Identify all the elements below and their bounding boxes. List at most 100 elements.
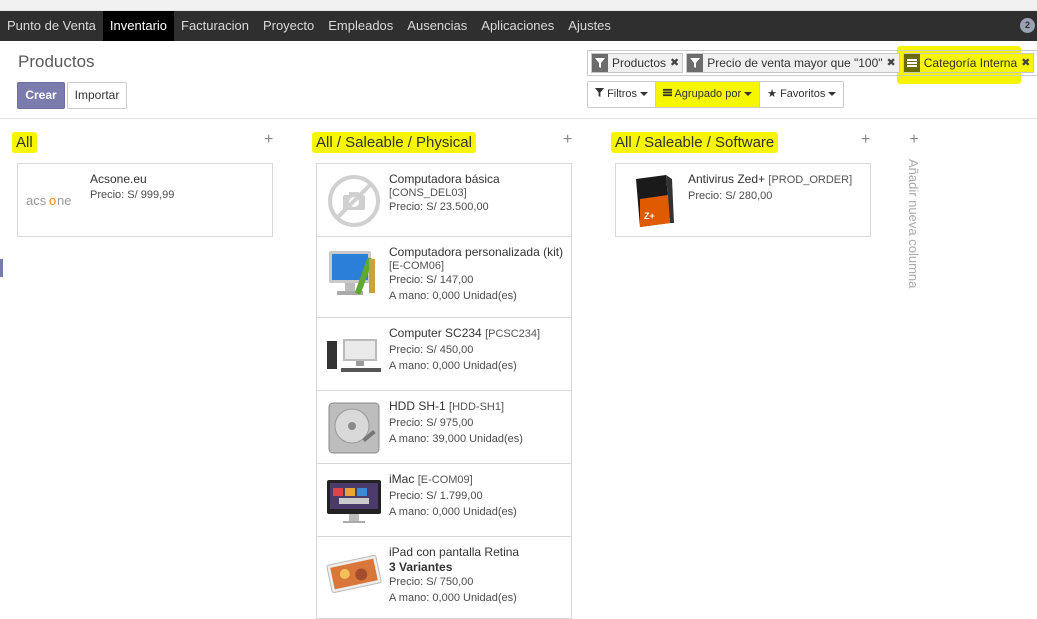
product-name: Computadora básica bbox=[389, 172, 500, 186]
product-card[interactable]: HDD SH-1 [HDD-SH1] Precio: S/ 975,00 A m… bbox=[316, 390, 572, 464]
column-add-icon[interactable]: + bbox=[563, 131, 572, 149]
nav-item-inventario[interactable]: Inventario bbox=[102, 11, 175, 41]
software-box-icon: Z+ bbox=[624, 172, 682, 230]
product-card[interactable]: Z+ Antivirus Zed+ [PROD_ORDER] Precio: S… bbox=[615, 163, 871, 237]
filter-icon bbox=[687, 54, 704, 72]
remove-facet-icon[interactable]: ✖ bbox=[887, 54, 899, 72]
add-column[interactable]: + Añadir nueva columna bbox=[903, 131, 925, 288]
remove-facet-icon[interactable]: ✖ bbox=[1021, 54, 1033, 72]
column-title: All / Saleable / Software bbox=[611, 131, 779, 153]
import-button[interactable]: Importar bbox=[67, 82, 127, 109]
facet-precio[interactable]: Precio de venta mayor que "100" ✖ bbox=[686, 53, 900, 73]
search-bar[interactable]: Productos ✖ Precio de venta mayor que "1… bbox=[587, 50, 1037, 76]
nav-item-punto-de-venta[interactable]: Punto de Venta bbox=[0, 11, 103, 41]
product-card[interactable]: Computer SC234 [PCSC234] Precio: S/ 450,… bbox=[316, 317, 572, 391]
svg-text:Z+: Z+ bbox=[644, 211, 655, 221]
nav-item-facturacion[interactable]: Facturacion bbox=[174, 11, 256, 41]
column-add-icon[interactable]: + bbox=[861, 131, 870, 149]
column-header: All bbox=[12, 129, 37, 155]
group-icon bbox=[663, 88, 673, 97]
caret-down-icon bbox=[640, 92, 649, 97]
favorites-button[interactable]: ★ Favoritos bbox=[760, 82, 843, 107]
product-price: Precio: S/ 450,00 bbox=[389, 344, 474, 356]
product-price: Precio: S/ 999,99 bbox=[90, 189, 175, 201]
facet-categoria-interna[interactable]: Categoría Interna ✖ bbox=[902, 53, 1035, 73]
column-header: All / Saleable / Software bbox=[611, 129, 779, 155]
product-name-text: HDD SH-1 bbox=[389, 399, 446, 413]
add-column-label[interactable]: Añadir nueva columna bbox=[906, 159, 921, 288]
groupby-label: Agrupado por bbox=[674, 88, 742, 100]
facet-label: Precio de venta mayor que "100" bbox=[707, 56, 883, 70]
product-code: [PROD_ORDER] bbox=[768, 174, 853, 186]
product-card[interactable]: iMac [E-COM09] Precio: S/ 1.799,00 A man… bbox=[316, 463, 572, 537]
product-card[interactable]: Computadora personalizada (kit) [E-COM06… bbox=[316, 236, 572, 318]
nav-item-proyecto[interactable]: Proyecto bbox=[256, 11, 321, 41]
product-onhand: A mano: 0,000 Unidad(es) bbox=[389, 592, 517, 604]
add-column-icon[interactable]: + bbox=[903, 131, 925, 149]
product-code: [HDD-SH1] bbox=[449, 401, 505, 413]
kanban-view: All + acs o ne Acsone.eu Precio: S/ 999,… bbox=[0, 119, 1037, 619]
nav-item-ausencias[interactable]: Ausencias bbox=[400, 11, 474, 41]
hard-drive-icon bbox=[325, 399, 383, 457]
product-name: HDD SH-1 [HDD-SH1] bbox=[389, 398, 565, 415]
product-name: Antivirus Zed+ [PROD_ORDER] bbox=[688, 171, 864, 188]
facet-productos[interactable]: Productos ✖ bbox=[591, 53, 684, 73]
product-price: Precio: S/ 23.500,00 bbox=[389, 201, 489, 213]
facet-label: Categoría Interna bbox=[923, 56, 1018, 70]
product-name: Computadora personalizada (kit) bbox=[389, 245, 564, 259]
group-icon bbox=[903, 54, 920, 72]
product-price: Precio: S/ 1.799,00 bbox=[389, 490, 483, 502]
page-title: Productos bbox=[18, 52, 95, 71]
ipad-icon bbox=[325, 545, 383, 603]
no-image-icon bbox=[325, 172, 383, 230]
filters-button[interactable]: Filtros bbox=[588, 82, 657, 107]
control-panel: Productos Crear Importar Productos ✖ Pre… bbox=[0, 41, 1037, 119]
computer-tools-icon bbox=[325, 245, 383, 303]
product-name-text: Antivirus Zed+ bbox=[688, 172, 766, 186]
product-price: Precio: S/ 147,00 bbox=[389, 274, 474, 286]
svg-text:o: o bbox=[49, 193, 56, 208]
create-button[interactable]: Crear bbox=[17, 82, 65, 109]
top-navbar: Punto de Venta Inventario Facturacion Pr… bbox=[0, 11, 1037, 41]
scroll-handle[interactable] bbox=[0, 259, 3, 277]
product-code: [E-COM09] bbox=[417, 474, 473, 486]
svg-text:acs: acs bbox=[26, 193, 47, 208]
product-code: [CONS_DEL03] bbox=[389, 187, 467, 199]
product-onhand: A mano: 0,000 Unidad(es) bbox=[389, 506, 517, 518]
product-price: Precio: S/ 280,00 bbox=[688, 190, 773, 202]
product-name: iPad con pantalla Retina bbox=[389, 545, 520, 559]
desktop-computer-icon bbox=[325, 326, 383, 384]
imac-icon bbox=[325, 472, 383, 530]
product-card[interactable]: Computadora básica [CONS_DEL03] Precio: … bbox=[316, 163, 572, 237]
product-name: iMac [E-COM09] bbox=[389, 471, 565, 488]
groupby-button[interactable]: Agrupado por bbox=[656, 82, 761, 107]
column-title: All / Saleable / Physical bbox=[312, 131, 476, 153]
filters-label: Filtros bbox=[607, 88, 638, 100]
product-price: Precio: S/ 750,00 bbox=[389, 576, 474, 588]
product-onhand: A mano: 39,000 Unidad(es) bbox=[389, 433, 523, 445]
product-name: Computer SC234 [PCSC234] bbox=[389, 325, 565, 342]
product-variants: 3 Variantes bbox=[389, 560, 453, 574]
filter-icon bbox=[595, 88, 604, 97]
product-name-text: iMac bbox=[389, 472, 415, 486]
product-code: [E-COM06] bbox=[389, 260, 445, 272]
product-name: Acsone.eu bbox=[90, 172, 147, 186]
column-header: All / Saleable / Physical bbox=[312, 129, 476, 155]
nav-item-ajustes[interactable]: Ajustes bbox=[561, 11, 618, 41]
product-price: Precio: S/ 975,00 bbox=[389, 417, 474, 429]
notification-badge[interactable]: 2 bbox=[1020, 18, 1035, 33]
nav-item-aplicaciones[interactable]: Aplicaciones bbox=[474, 11, 561, 41]
column-add-icon[interactable]: + bbox=[264, 131, 273, 149]
product-onhand: A mano: 0,000 Unidad(es) bbox=[389, 360, 517, 372]
acsone-logo: acs o ne bbox=[26, 172, 84, 230]
nav-item-empleados[interactable]: Empleados bbox=[321, 11, 400, 41]
star-icon: ★ bbox=[767, 88, 778, 100]
product-code: [PCSC234] bbox=[485, 328, 541, 340]
remove-facet-icon[interactable]: ✖ bbox=[670, 54, 682, 72]
product-card[interactable]: iPad con pantalla Retina 3 Variantes Pre… bbox=[316, 536, 572, 619]
favorites-label: Favoritos bbox=[780, 88, 826, 100]
caret-down-icon bbox=[744, 92, 753, 97]
product-card[interactable]: acs o ne Acsone.eu Precio: S/ 999,99 bbox=[17, 163, 273, 237]
facet-label: Productos bbox=[612, 56, 667, 70]
search-options-group: Filtros Agrupado por ★ Favoritos bbox=[587, 81, 845, 108]
